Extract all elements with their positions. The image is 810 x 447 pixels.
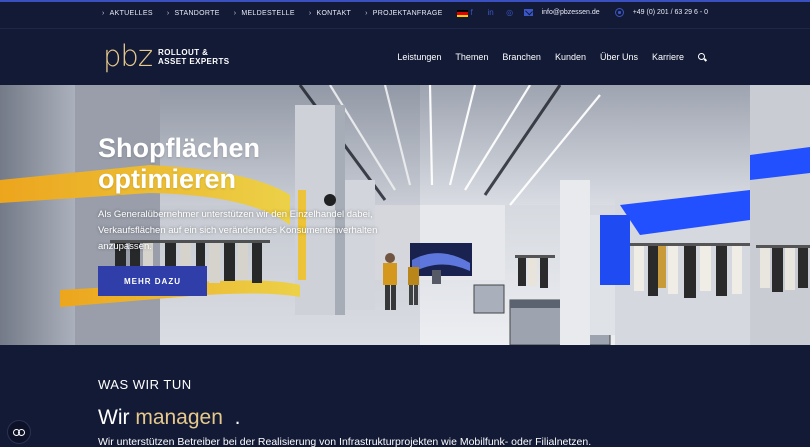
- mehr-dazu-button[interactable]: MEHR DAZU: [98, 266, 207, 296]
- top-contact: f in ◎ info@pbzessen.de +49 (0) 201 / 63…: [467, 8, 708, 17]
- nav-item-ueber-uns[interactable]: Über Uns: [600, 52, 638, 62]
- top-link-projektanfrage[interactable]: › PROJEKTANFRAGE: [365, 9, 442, 17]
- hero-text: Als Generalübernehmer unterstützen wir d…: [98, 209, 378, 252]
- cookie-consent-icon: [13, 428, 25, 436]
- instagram-icon[interactable]: ◎: [505, 8, 515, 17]
- facebook-icon[interactable]: f: [467, 8, 477, 17]
- top-link-label: STANDORTE: [174, 9, 220, 17]
- chevron-right-icon: ›: [233, 9, 237, 17]
- hero-banner: Shopflächen optimieren Als Generalüberne…: [0, 85, 810, 345]
- nav-item-themen[interactable]: Themen: [455, 52, 488, 62]
- main-nav: Leistungen Themen Branchen Kunden Über U…: [397, 52, 707, 62]
- top-link-label: PROJEKTANFRAGE: [372, 9, 443, 17]
- logo-text: ROLLOUT & ASSET EXPERTS: [158, 48, 229, 66]
- top-link-meldestelle[interactable]: › MELDESTELLE: [234, 9, 295, 17]
- top-link-aktuelles[interactable]: › AKTUELLES: [102, 9, 153, 17]
- top-accent-line: [0, 0, 810, 2]
- top-link-kontakt[interactable]: › KONTAKT: [309, 9, 351, 17]
- section-sub-prefix: Wir: [98, 406, 136, 429]
- chevron-right-icon: ›: [365, 9, 368, 17]
- services-section: WAS WIR TUN Wir managen . Wir unterstütz…: [0, 345, 810, 447]
- search-icon[interactable]: [698, 53, 707, 62]
- logo-mark: pbz: [103, 39, 153, 73]
- phone-link[interactable]: +49 (0) 201 / 63 29 6 - 0: [633, 9, 708, 16]
- hero-title: Shopflächen optimieren: [98, 133, 261, 194]
- chevron-right-icon: ›: [102, 9, 105, 17]
- top-link-label: MELDESTELLE: [241, 9, 295, 17]
- chevron-right-icon: ›: [308, 9, 312, 17]
- section-sub-suffix: .: [222, 406, 241, 429]
- top-link-label: AKTUELLES: [109, 9, 153, 17]
- nav-item-branchen[interactable]: Branchen: [502, 52, 541, 62]
- main-header: pbz ROLLOUT & ASSET EXPERTS Leistungen T…: [0, 29, 810, 85]
- linkedin-icon[interactable]: in: [486, 8, 496, 17]
- nav-item-kunden[interactable]: Kunden: [555, 52, 586, 62]
- chevron-right-icon: ›: [166, 9, 170, 17]
- section-subheading: Wir managen .: [98, 406, 240, 430]
- nav-item-karriere[interactable]: Karriere: [652, 52, 684, 62]
- top-bar: › AKTUELLES › STANDORTE › MELDESTELLE › KONT…: [0, 0, 810, 29]
- whatsapp-icon: [614, 8, 624, 17]
- cookie-settings-button[interactable]: [7, 420, 31, 444]
- logo-line-2: ASSET EXPERTS: [158, 56, 230, 66]
- top-link-label: KONTAKT: [316, 9, 352, 17]
- logo[interactable]: pbz ROLLOUT & ASSET EXPERTS: [103, 42, 230, 71]
- mail-icon: [523, 9, 533, 16]
- section-sub-highlight: managen: [135, 406, 223, 429]
- nav-item-leistungen[interactable]: Leistungen: [397, 52, 441, 62]
- top-link-standorte[interactable]: › STANDORTE: [167, 9, 220, 17]
- email-link[interactable]: info@pbzessen.de: [542, 9, 600, 16]
- logo-line-1: ROLLOUT &: [158, 47, 209, 57]
- section-heading: WAS WIR TUN: [98, 377, 192, 392]
- top-links: › AKTUELLES › STANDORTE › MELDESTELLE › KONT…: [102, 9, 468, 17]
- section-description: Wir unterstützen Betreiber bei der Reali…: [98, 436, 592, 447]
